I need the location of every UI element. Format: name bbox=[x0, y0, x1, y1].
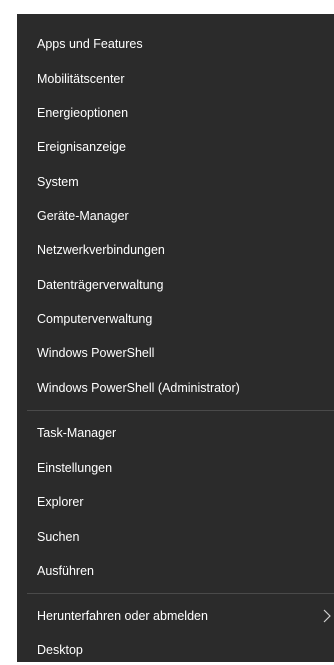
menu-item-label: Mobilitätscenter bbox=[37, 72, 125, 86]
menu-item-einstellungen[interactable]: Einstellungen bbox=[17, 453, 334, 483]
menu-item-computerverwaltung[interactable]: Computerverwaltung bbox=[17, 304, 334, 334]
winx-context-menu: Apps und Features Mobilitätscenter Energ… bbox=[17, 14, 334, 662]
menu-separator bbox=[27, 410, 334, 411]
menu-item-label: Geräte-Manager bbox=[37, 209, 129, 223]
menu-item-label: Explorer bbox=[37, 495, 84, 509]
menu-item-datentraegerverwaltung[interactable]: Datenträgerverwaltung bbox=[17, 270, 334, 300]
menu-item-label: Ereignisanzeige bbox=[37, 140, 126, 154]
menu-item-netzwerkverbindungen[interactable]: Netzwerkverbindungen bbox=[17, 235, 334, 265]
menu-item-herunterfahren-oder-abmelden[interactable]: Herunterfahren oder abmelden bbox=[17, 601, 334, 631]
top-white-strip bbox=[0, 0, 334, 14]
menu-item-label: Apps und Features bbox=[37, 37, 143, 51]
menu-item-ausfuehren[interactable]: Ausführen bbox=[17, 556, 334, 586]
menu-item-label: Windows PowerShell (Administrator) bbox=[37, 381, 240, 395]
menu-item-label: System bbox=[37, 175, 79, 189]
menu-item-label: Task-Manager bbox=[37, 426, 117, 440]
menu-item-label: Computerverwaltung bbox=[37, 312, 153, 326]
menu-item-geraete-manager[interactable]: Geräte-Manager bbox=[17, 201, 334, 231]
menu-item-mobilitaetscenter[interactable]: Mobilitätscenter bbox=[17, 64, 334, 94]
menu-item-label: Ausführen bbox=[37, 564, 94, 578]
menu-item-windows-powershell[interactable]: Windows PowerShell bbox=[17, 338, 334, 368]
menu-item-label: Suchen bbox=[37, 530, 80, 544]
chevron-right-icon bbox=[323, 609, 331, 623]
menu-item-label: Netzwerkverbindungen bbox=[37, 243, 165, 257]
menu-item-ereignisanzeige[interactable]: Ereignisanzeige bbox=[17, 132, 334, 162]
menu-item-windows-powershell-admin[interactable]: Windows PowerShell (Administrator) bbox=[17, 373, 334, 403]
menu-separator bbox=[27, 593, 334, 594]
menu-item-label: Herunterfahren oder abmelden bbox=[37, 609, 208, 623]
menu-item-label: Windows PowerShell bbox=[37, 346, 155, 360]
menu-item-label: Einstellungen bbox=[37, 461, 113, 475]
menu-item-energieoptionen[interactable]: Energieoptionen bbox=[17, 98, 334, 128]
menu-item-desktop[interactable]: Desktop bbox=[17, 635, 334, 665]
menu-item-label: Datenträgerverwaltung bbox=[37, 278, 164, 292]
menu-item-label: Energieoptionen bbox=[37, 106, 129, 120]
menu-item-label: Desktop bbox=[37, 643, 83, 657]
menu-item-suchen[interactable]: Suchen bbox=[17, 522, 334, 552]
menu-item-system[interactable]: System bbox=[17, 167, 334, 197]
menu-item-explorer[interactable]: Explorer bbox=[17, 487, 334, 517]
menu-item-apps-und-features[interactable]: Apps und Features bbox=[17, 29, 334, 59]
menu-item-task-manager[interactable]: Task-Manager bbox=[17, 418, 334, 448]
